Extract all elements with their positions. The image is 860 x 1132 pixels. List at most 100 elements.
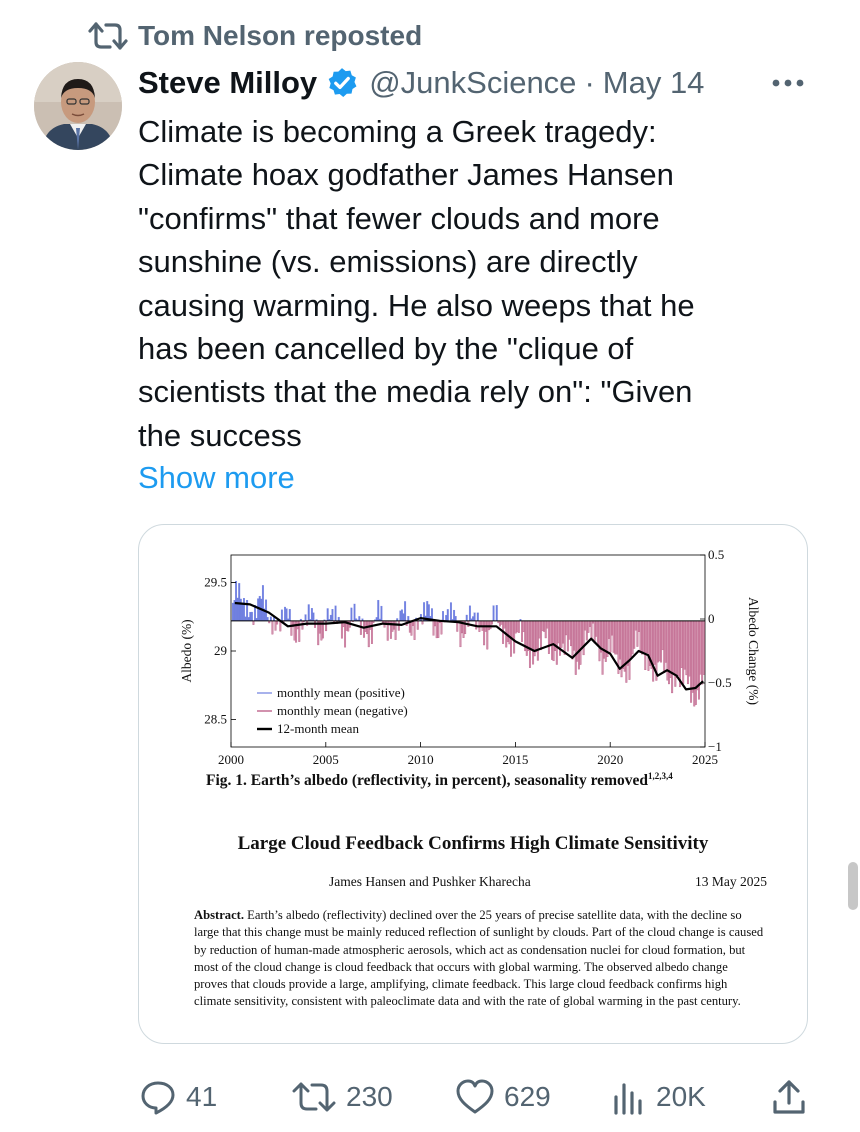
repost-label: Tom Nelson reposted [138,20,423,51]
monthly-bar [688,620,691,677]
author-handle[interactable]: @JunkScience [369,65,576,101]
monthly-bar [574,620,577,675]
monthly-bar [284,606,286,621]
views-count: 20K [656,1081,706,1112]
repost-banner[interactable]: Tom Nelson reposted [88,18,422,54]
reply-button[interactable]: 41 [140,1072,217,1122]
monthly-bar [432,620,435,636]
monthly-bar [694,620,697,705]
y-tick-label: 28.5 [204,712,227,727]
paper-abstract: Abstract. Earth’s albedo (reflectivity) … [194,907,764,1011]
media-card[interactable]: 2000 2005 2010 2015 2020 2025 28.5 29 29.5 0.5 0 −0… [138,524,808,1044]
monthly-bar [538,620,541,639]
retweet-button[interactable]: 230 [292,1072,393,1122]
monthly-bar [337,616,340,621]
monthly-bar [468,605,471,621]
monthly-bar [491,620,493,625]
monthly-bar [250,611,253,621]
x-tick-label: 2015 [502,752,528,767]
paper-date: 13 May 2025 [695,874,767,889]
monthly-bar [377,599,380,621]
monthly-bar [407,616,410,621]
views-button[interactable]: 20K [612,1072,706,1122]
more-icon[interactable] [770,68,806,98]
x-tick-label: 2010 [408,752,434,767]
monthly-bar [344,620,347,648]
monthly-bar [702,620,705,675]
monthly-bar [686,620,689,685]
monthly-bar [399,610,402,621]
monthly-bar [276,620,279,625]
monthly-bar [503,620,506,629]
like-icon [456,1079,494,1114]
like-count: 629 [504,1081,551,1112]
meta-separator: · [584,65,595,100]
monthly-bar [622,620,625,669]
monthly-bar [249,611,252,621]
monthly-bar [508,620,511,645]
repost-icon [88,22,128,50]
monthly-bar [551,620,554,660]
monthly-bar [563,620,566,655]
monthly-bar [664,620,667,663]
abstract-text: Earth’s albedo (reflectivity) declined o… [194,908,764,1009]
monthly-bar [636,620,639,647]
monthly-bar [631,620,634,655]
monthly-bar [641,620,644,655]
y2-tick-label: 0.5 [708,547,724,562]
monthly-bar [489,620,492,630]
monthly-bar [540,620,542,651]
monthly-bar [699,620,702,675]
monthly-bar [235,580,238,621]
monthly-bar [473,612,476,621]
monthly-bar [257,598,260,621]
tweet-header: Steve Milloy @JunkScience · May 14 [138,60,860,106]
legend-label: monthly mean (negative) [277,703,408,718]
tweet-date[interactable]: May 14 [603,65,705,101]
monthly-bar [472,616,475,621]
figure-caption: Fig. 1. Earth’s albedo (reflectivity, in… [206,771,673,790]
y-tick-label: 29.5 [204,574,227,589]
monthly-bar [416,620,419,630]
monthly-bar [528,620,531,668]
y2-axis-label: Albedo Change (%) [746,597,761,705]
monthly-bar [440,620,443,635]
monthly-bar [307,604,310,621]
monthly-bar [619,620,621,660]
monthly-bar [304,614,307,621]
share-button[interactable] [772,1072,816,1122]
show-more-link[interactable]: Show more [138,456,295,499]
y2-tick-label: −1 [708,739,722,754]
abstract-label: Abstract. [194,908,245,922]
like-button[interactable]: 629 [456,1072,551,1122]
monthly-bar [644,620,647,671]
monthly-bar [459,620,462,648]
plot-frame [230,554,706,748]
monthly-bar [506,620,509,642]
verified-badge-icon[interactable] [325,66,359,100]
monthly-bar [552,620,555,662]
albedo-chart: 2000 2005 2010 2015 2020 2025 28.5 29 29.5 0.5 0 −0… [179,547,761,767]
monthly-bar [449,602,452,621]
monthly-bar [639,620,642,651]
monthly-bar [661,620,664,651]
avatar[interactable] [34,62,122,150]
monthly-bar [693,620,696,707]
monthly-bar [672,620,675,673]
monthly-bar [404,601,407,621]
monthly-bar [437,620,440,638]
monthly-bar [614,620,617,655]
monthly-bar [541,620,544,632]
author-name[interactable]: Steve Milloy [138,65,317,101]
scrollbar-thumb[interactable] [848,862,858,910]
monthly-bar [607,620,610,639]
monthly-bar [514,620,517,634]
monthly-bar [587,620,590,633]
views-icon [614,1083,642,1115]
monthly-bar [483,620,486,646]
y2-tick-label: −0.5 [708,675,732,690]
monthly-bar [685,620,688,676]
monthly-bar [236,597,239,621]
monthly-bar [331,609,334,621]
monthly-bar [358,616,361,621]
